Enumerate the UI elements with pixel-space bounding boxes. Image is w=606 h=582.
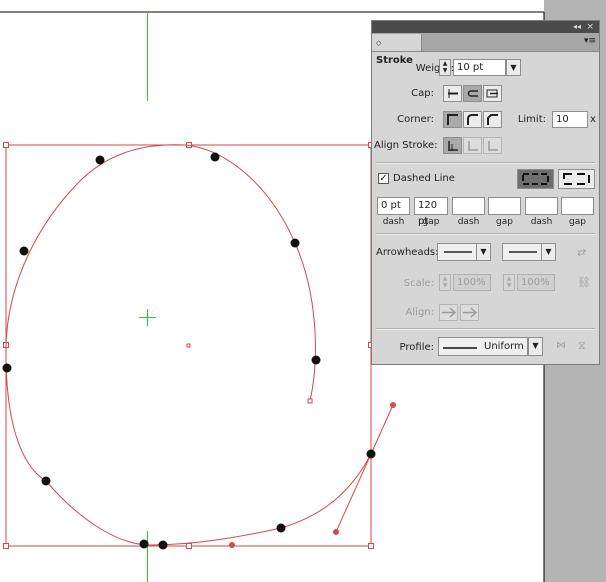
align-outside-icon <box>488 141 498 151</box>
align-dash-corners-button[interactable] <box>558 169 595 189</box>
gap-1-input[interactable]: 120 pt <box>414 197 448 227</box>
path-endpoint[interactable] <box>307 398 313 404</box>
dash-2-input[interactable] <box>452 197 485 215</box>
dash-1-label: dash <box>382 217 405 227</box>
start-arrowhead-select[interactable] <box>437 243 477 261</box>
dashed-line-label: Dashed Line <box>393 173 455 184</box>
gap-3-label: gap <box>569 217 586 227</box>
tab-arrows-icon: ◇ <box>376 39 382 47</box>
miter-join-button[interactable] <box>443 111 462 128</box>
panel-titlebar[interactable]: ◂◂ × <box>372 21 599 33</box>
panel-tabbar: ◇ Stroke ▾≡ <box>372 33 599 66</box>
round-cap-button[interactable] <box>463 85 482 102</box>
arrow-tip-icon <box>442 307 457 318</box>
gap-1-label: gap <box>422 217 440 227</box>
arrowheads-label: Arrowheads: <box>376 247 439 258</box>
end-scale-stepper[interactable]: ▲ ▼ <box>503 274 515 291</box>
flip-across-icon[interactable]: ⧖ <box>578 339 586 353</box>
round-join-button[interactable] <box>463 111 482 128</box>
weight-stepper[interactable]: ▲ ▼ <box>439 59 451 76</box>
gap-2-input[interactable] <box>488 197 521 215</box>
start-arrowhead-line-icon <box>444 251 472 253</box>
align-stroke-label: Align Stroke: <box>374 140 438 151</box>
panel-menu-icon[interactable]: ▾≡ <box>584 36 596 47</box>
align-outside-button[interactable] <box>483 137 502 154</box>
tab-stroke[interactable]: ◇ Stroke <box>372 34 422 66</box>
end-arrowhead-line-icon <box>509 251 537 253</box>
gap-3-input[interactable] <box>561 197 594 215</box>
limit-label: Limit: <box>517 114 546 125</box>
limit-unit: x <box>590 114 596 125</box>
stroke-panel: ◂◂ × ◇ Stroke ▾≡ Weight: ▲ ▼ 10 pt ▼ Cap:… <box>371 20 600 365</box>
separator <box>376 233 595 235</box>
arrow-end-icon <box>463 307 478 318</box>
align-dash-corners-icon <box>563 173 590 185</box>
end-arrowhead-dropdown-icon[interactable]: ▼ <box>541 243 556 261</box>
profile-label: Profile: <box>399 342 434 353</box>
dash-1-input[interactable]: 0 pt <box>377 197 410 215</box>
dashed-line-checkbox[interactable]: ✓ <box>378 173 389 184</box>
preserve-dash-icon <box>522 173 549 185</box>
align-center-button[interactable] <box>443 137 462 154</box>
swap-arrowheads-icon[interactable]: ⇄ <box>577 246 586 259</box>
align-inside-icon <box>468 141 478 151</box>
end-arrowhead-select[interactable] <box>502 243 542 261</box>
profile-dropdown-icon[interactable]: ▼ <box>528 337 543 356</box>
flip-along-icon[interactable]: ⋈ <box>556 340 566 351</box>
scale-label: Scale: <box>403 278 434 289</box>
limit-input[interactable]: 10 <box>552 111 588 128</box>
corner-label: Corner: <box>397 114 434 125</box>
collapse-panel-icon[interactable]: ◂◂ <box>573 21 581 33</box>
round-cap-icon <box>467 90 478 97</box>
arrow-align-tip-button[interactable] <box>439 304 458 321</box>
weight-dropdown-icon[interactable]: ▼ <box>506 59 521 76</box>
separator <box>376 328 595 330</box>
close-panel-icon[interactable]: × <box>586 21 594 33</box>
start-arrowhead-dropdown-icon[interactable]: ▼ <box>476 243 491 261</box>
profile-value: Uniform <box>484 341 524 352</box>
end-scale-input[interactable]: 100% <box>517 274 555 291</box>
gap-2-label: gap <box>496 217 513 227</box>
separator <box>376 162 595 164</box>
weight-input[interactable]: 10 pt <box>453 59 506 76</box>
butt-cap-button[interactable] <box>443 85 462 102</box>
projecting-cap-button[interactable] <box>483 85 502 102</box>
round-join-icon <box>467 114 478 125</box>
align-inside-button[interactable] <box>463 137 482 154</box>
arrow-align-label: Align: <box>405 307 434 318</box>
link-scale-icon[interactable]: ⛓ <box>577 276 591 289</box>
dash-3-input[interactable] <box>525 197 558 215</box>
start-scale-stepper[interactable]: ▲ ▼ <box>439 274 451 291</box>
profile-select[interactable]: Uniform <box>438 337 528 356</box>
bevel-join-icon <box>487 114 498 125</box>
miter-join-icon <box>447 114 458 125</box>
profile-line-icon <box>443 347 477 349</box>
projecting-cap-icon <box>486 89 498 98</box>
bevel-join-button[interactable] <box>483 111 502 128</box>
dash-2-label: dash <box>457 217 480 227</box>
dash-3-label: dash <box>530 217 553 227</box>
butt-cap-icon <box>448 89 458 98</box>
start-scale-input[interactable]: 100% <box>453 274 491 291</box>
cap-label: Cap: <box>411 88 434 99</box>
align-center-icon <box>448 141 458 151</box>
arrow-align-end-button[interactable] <box>460 304 479 321</box>
preserve-dash-button[interactable] <box>517 169 554 189</box>
